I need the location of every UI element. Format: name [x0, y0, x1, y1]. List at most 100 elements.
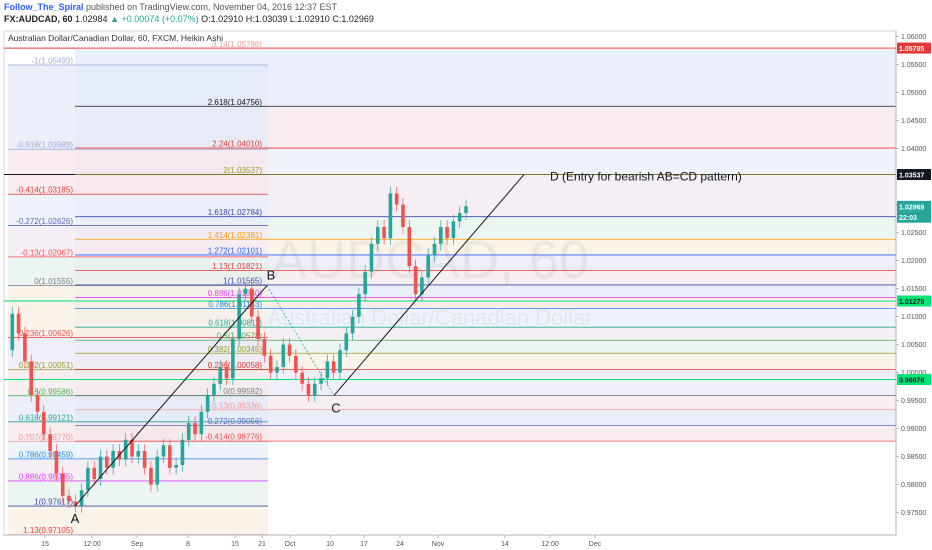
candle-body	[111, 451, 115, 468]
fib-right-level-label: -0.13(0.99336)	[210, 401, 263, 410]
candle-body	[464, 206, 468, 213]
fib-left-level-label: 0.236(1.00626)	[19, 329, 74, 338]
price-tag-label: 1.03537	[899, 173, 924, 180]
pattern-point-label: B	[267, 268, 276, 283]
x-tick-label: Nov	[432, 541, 445, 548]
fib-left-level-label: 0.886(0.98065)	[19, 472, 74, 481]
candle-body	[42, 411, 46, 435]
fib-right-level-label: 0.382(1.00345)	[208, 345, 263, 354]
fib-right-level-label: 0(0.99592)	[223, 387, 262, 396]
candle-body	[193, 423, 197, 435]
price-change: +0.00074 (+0.07%)	[121, 14, 199, 24]
candle-body	[268, 355, 273, 373]
candle-body	[54, 451, 59, 474]
candle-body	[92, 467, 97, 479]
fib-right-level-label: 2(1.03537)	[223, 166, 262, 175]
fib-left-level-label: -0.272(1.02626)	[16, 217, 73, 226]
candle-body	[312, 383, 317, 395]
chart-header: Follow_The_Spiral published on TradingVi…	[0, 0, 932, 24]
x-tick-label: 21	[258, 541, 266, 548]
candle-body	[243, 288, 248, 295]
high-value: 1.03039	[254, 14, 288, 24]
fib-right-level-label: 1.618(1.02784)	[208, 208, 263, 217]
open-label: O:	[201, 14, 211, 24]
fib-left-level-label: -0.13(1.02067)	[21, 248, 74, 257]
candle-body	[48, 434, 52, 451]
chart-title: Australian Dollar/Canadian Dollar, 60, F…	[8, 33, 223, 43]
fib-left-level-label: 0.786(0.98459)	[19, 450, 74, 459]
x-tick-label: 10	[326, 541, 334, 548]
fib-right-level-label: -0.414(0.98776)	[205, 433, 262, 442]
candle-body	[86, 467, 90, 491]
open-value: 1.02910	[210, 14, 244, 24]
y-tick-label: 0.98500	[901, 454, 926, 461]
close-value: 1.02969	[341, 14, 374, 24]
x-tick-label: Oct	[285, 541, 296, 548]
fib-left-level-label: -1(1.05493)	[32, 56, 74, 65]
fib-left-level-label: 0.707(0.98770)	[19, 433, 74, 442]
candle-body	[338, 350, 342, 373]
candle-body	[325, 361, 330, 379]
fib-right-level-label: 1(1.01565)	[223, 276, 262, 285]
candle-body	[350, 316, 355, 334]
candle-body	[155, 456, 160, 485]
x-tick-label: 8	[186, 541, 190, 548]
candle-body	[401, 204, 405, 227]
fib-left-level-label: 0.382(1.00051)	[19, 361, 74, 370]
fib-left-zone	[8, 64, 268, 150]
candle-body	[382, 227, 386, 239]
fib-left-level-label: -0.414(1.03185)	[16, 186, 73, 195]
author-link[interactable]: Follow_The_Spiral	[4, 2, 84, 12]
candle-body	[199, 411, 204, 435]
candle-body	[29, 361, 34, 395]
fib-right-level-label: 0.236(1.00058)	[208, 361, 263, 370]
candle-body	[287, 344, 292, 356]
y-tick-label: 0.97500	[901, 510, 926, 517]
candle-body	[394, 193, 399, 205]
price-tag-label: 1.05795	[899, 46, 924, 53]
candle-body	[375, 227, 380, 244]
fib-left-level-label: -0.618(1.03989)	[16, 141, 73, 150]
publish-info: Follow_The_Spiral published on TradingVi…	[4, 1, 337, 13]
x-tick-label: 15	[231, 541, 239, 548]
symbol-name[interactable]: FX:AUDCAD, 60	[4, 14, 73, 24]
price-tag-label: 22:03	[899, 215, 917, 222]
close-label: C:	[332, 14, 342, 24]
x-tick-label: 17	[360, 541, 368, 548]
candle-body	[180, 439, 185, 465]
price-chart[interactable]: AUDCAD, 60 Australian Dollar/Canadian Do…	[0, 24, 932, 550]
y-tick-label: 1.05000	[901, 90, 926, 97]
candle-body	[426, 255, 430, 278]
candle-body	[161, 445, 166, 457]
candle-body	[212, 383, 216, 395]
candle-body	[331, 361, 336, 373]
candle-body	[224, 367, 229, 379]
candle-body	[105, 456, 109, 468]
fib-right-level-label: 2.24(1.04010)	[212, 140, 262, 149]
price-tag-label: 1.01279	[899, 299, 924, 306]
publish-date: published on TradingView.com, November 0…	[86, 2, 338, 12]
fib-right-level-label: 1.13(1.01821)	[212, 262, 262, 271]
fib-right-level-label: 2.618(1.04756)	[208, 98, 263, 107]
fib-right-level-label: -0.272(0.99056)	[205, 417, 262, 426]
candle-body	[438, 227, 443, 244]
fib-left-level-label: 0.5(0.99586)	[28, 387, 74, 396]
candle-body	[60, 473, 65, 496]
up-triangle-icon: ▲	[110, 14, 120, 24]
candle-body	[319, 378, 323, 384]
candle-body	[10, 313, 15, 351]
fib-left-level-label: 1.13(0.97105)	[23, 526, 73, 535]
y-tick-label: 0.99000	[901, 426, 926, 433]
y-tick-label: 1.05500	[901, 62, 926, 69]
candle-body	[23, 333, 27, 362]
candle-body	[186, 423, 191, 440]
pattern-point-label: C	[331, 400, 340, 415]
candle-body	[35, 395, 40, 412]
x-tick-label: 14	[501, 541, 509, 548]
candle-body	[413, 266, 418, 295]
candle-body	[451, 221, 456, 239]
candle-body	[256, 316, 260, 339]
price-tag-label: 1.02969	[899, 204, 924, 211]
candle-body	[369, 243, 374, 272]
candle-body	[388, 193, 393, 239]
